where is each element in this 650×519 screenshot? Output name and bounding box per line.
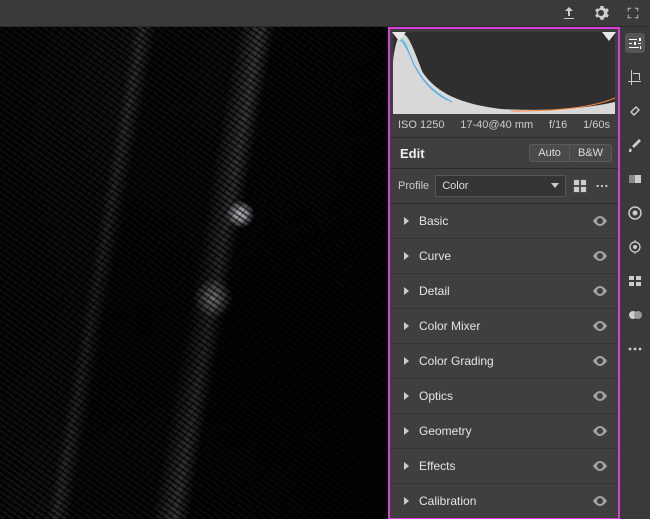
more-icon[interactable] xyxy=(625,339,645,359)
tool-rail xyxy=(620,27,650,519)
section-label: Effects xyxy=(419,459,592,473)
profile-select[interactable]: Color xyxy=(435,175,566,197)
snapshot-icon[interactable] xyxy=(625,305,645,325)
section-detail[interactable]: Detail xyxy=(390,274,618,309)
section-label: Curve xyxy=(419,249,592,263)
image-canvas[interactable] xyxy=(0,27,388,519)
photo-preview xyxy=(0,27,388,519)
section-color-mixer[interactable]: Color Mixer xyxy=(390,309,618,344)
gear-icon[interactable] xyxy=(592,4,610,22)
edit-title: Edit xyxy=(400,146,529,161)
heal-icon[interactable] xyxy=(625,101,645,121)
highlight-clip-indicator[interactable] xyxy=(602,32,616,41)
profile-browser-icon[interactable] xyxy=(572,178,588,194)
eye-icon[interactable] xyxy=(592,388,608,404)
app-topbar xyxy=(0,0,650,27)
section-label: Geometry xyxy=(419,424,592,438)
section-curve[interactable]: Curve xyxy=(390,239,618,274)
profile-row: Profile Color xyxy=(390,169,618,204)
chevron-right-icon xyxy=(404,427,409,435)
section-calibration[interactable]: Calibration xyxy=(390,484,618,518)
shadow-clip-indicator[interactable] xyxy=(392,32,406,41)
edit-panel: ISO 1250 17-40@40 mm f/16 1/60s Edit Aut… xyxy=(388,27,620,519)
eye-icon[interactable] xyxy=(592,423,608,439)
export-icon[interactable] xyxy=(560,4,578,22)
chevron-right-icon xyxy=(404,287,409,295)
auto-button[interactable]: Auto xyxy=(529,144,569,162)
exif-lens: 17-40@40 mm xyxy=(460,119,533,131)
linear-gradient-icon[interactable] xyxy=(625,169,645,189)
brush-icon[interactable] xyxy=(625,135,645,155)
section-label: Color Grading xyxy=(419,354,592,368)
chevron-right-icon xyxy=(404,392,409,400)
section-label: Calibration xyxy=(419,494,592,508)
chevron-right-icon xyxy=(404,252,409,260)
section-basic[interactable]: Basic xyxy=(390,204,618,239)
chevron-right-icon xyxy=(404,357,409,365)
radial-gradient-icon[interactable] xyxy=(625,203,645,223)
section-label: Optics xyxy=(419,389,592,403)
chevron-right-icon xyxy=(404,497,409,505)
eye-icon[interactable] xyxy=(592,353,608,369)
chevron-right-icon xyxy=(404,462,409,470)
eye-icon[interactable] xyxy=(592,248,608,264)
exif-aperture: f/16 xyxy=(549,119,567,131)
exif-row: ISO 1250 17-40@40 mm f/16 1/60s xyxy=(390,114,618,138)
section-list: Basic Curve Detail Color Mixer xyxy=(390,204,618,518)
section-label: Basic xyxy=(419,214,592,228)
section-label: Color Mixer xyxy=(419,319,592,333)
profile-more-icon[interactable] xyxy=(594,178,610,194)
sliders-icon[interactable] xyxy=(625,33,645,53)
presets-icon[interactable] xyxy=(625,271,645,291)
exif-iso: ISO 1250 xyxy=(398,119,444,131)
section-geometry[interactable]: Geometry xyxy=(390,414,618,449)
histogram[interactable] xyxy=(393,32,615,114)
section-label: Detail xyxy=(419,284,592,298)
eye-icon[interactable] xyxy=(592,283,608,299)
chevron-right-icon xyxy=(404,322,409,330)
eye-icon[interactable] xyxy=(592,318,608,334)
edit-header: Edit Auto B&W xyxy=(390,138,618,169)
exif-shutter: 1/60s xyxy=(583,119,610,131)
section-color-grading[interactable]: Color Grading xyxy=(390,344,618,379)
eye-icon[interactable] xyxy=(592,458,608,474)
eye-icon[interactable] xyxy=(592,213,608,229)
crop-icon[interactable] xyxy=(625,67,645,87)
eye-icon[interactable] xyxy=(592,493,608,509)
bw-button[interactable]: B&W xyxy=(569,144,612,162)
section-optics[interactable]: Optics xyxy=(390,379,618,414)
fullscreen-icon[interactable] xyxy=(624,4,642,22)
profile-value: Color xyxy=(442,180,468,192)
redeye-icon[interactable] xyxy=(625,237,645,257)
profile-label: Profile xyxy=(398,180,429,192)
chevron-right-icon xyxy=(404,217,409,225)
section-effects[interactable]: Effects xyxy=(390,449,618,484)
